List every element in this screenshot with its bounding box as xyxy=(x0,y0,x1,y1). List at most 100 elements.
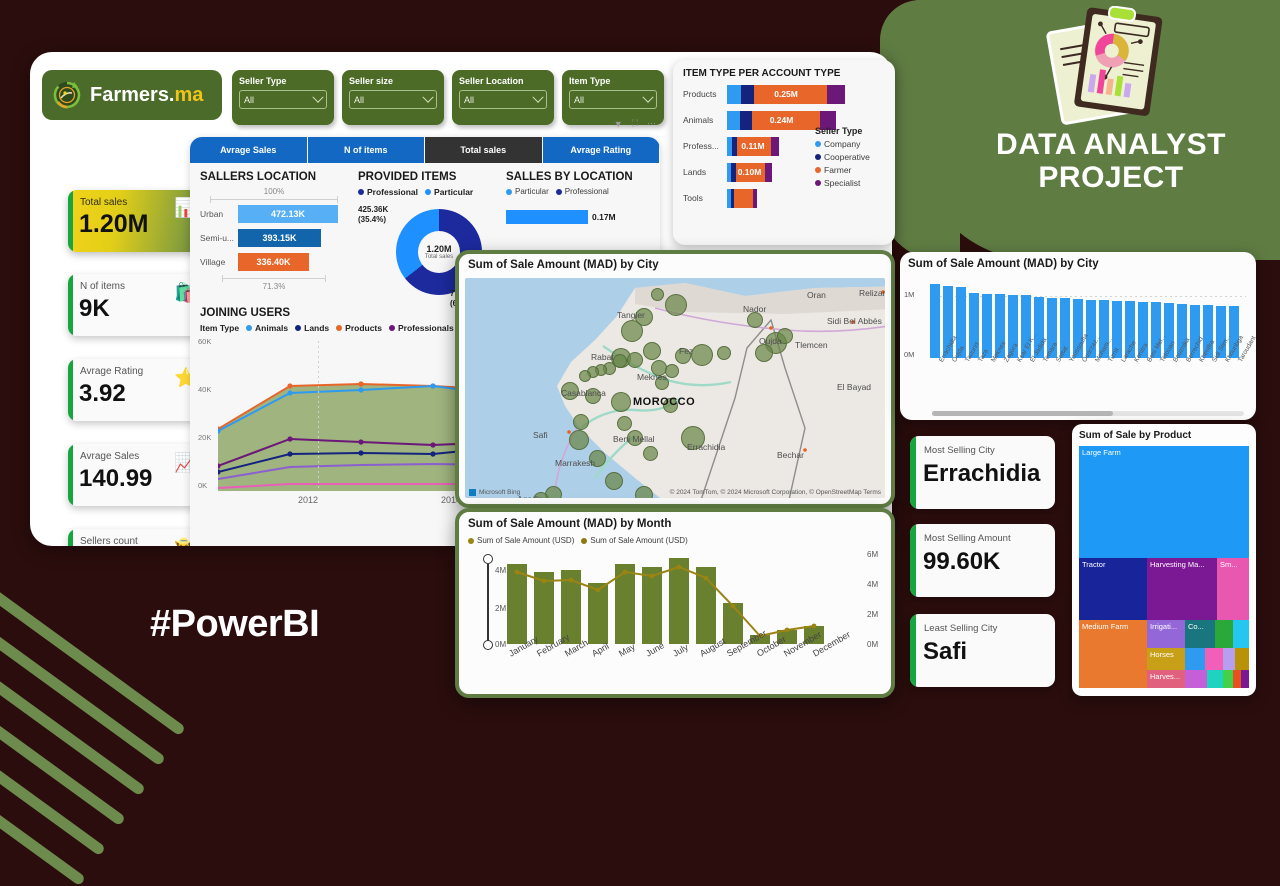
map-city-label: Oujda xyxy=(759,336,782,346)
treemap-node[interactable] xyxy=(1207,670,1223,688)
kpi-caption: Most Selling Amount xyxy=(924,533,1011,544)
legend-item[interactable]: Particular xyxy=(425,187,473,197)
treemap-node[interactable] xyxy=(1223,670,1233,688)
legend-item[interactable]: Professional xyxy=(358,187,418,197)
treemap-label: Sm... xyxy=(1220,560,1238,569)
tab-n-of-items[interactable]: N of items xyxy=(307,137,425,163)
treemap-node[interactable] xyxy=(1185,648,1205,670)
stacked-bar xyxy=(727,188,757,208)
bar-row[interactable]: Village 336.40K xyxy=(200,252,348,272)
legend-item[interactable]: Specialist xyxy=(815,178,889,188)
legend-item[interactable]: Farmer xyxy=(815,165,889,175)
legend-item[interactable]: Animals xyxy=(246,323,288,333)
slicer-seller-size[interactable]: Seller size All xyxy=(342,70,444,125)
slicer-value: All xyxy=(244,94,255,105)
treemap-node[interactable]: Harves... xyxy=(1147,670,1185,688)
legend-swatch xyxy=(555,188,562,195)
scrollbar-thumb[interactable] xyxy=(932,411,1113,416)
slicer-seller-type[interactable]: Seller Type All xyxy=(232,70,334,125)
kpi-card-avrage-rating[interactable]: Avrage Rating 3.92 ⭐ xyxy=(68,359,206,421)
treemap-area[interactable]: Large Farm Tractor Harvesting Ma... Sm..… xyxy=(1079,446,1249,688)
table-row[interactable]: Products 0.25M xyxy=(683,83,885,105)
month-plot[interactable] xyxy=(505,554,835,644)
legend-item[interactable]: Sum of Sale Amount (USD) xyxy=(468,536,574,545)
kpi-card-total-sales[interactable]: Total sales 1.20M 📊 xyxy=(68,190,206,252)
kpi-accent-bar xyxy=(910,524,916,597)
slicer-seller-location[interactable]: Seller Location All xyxy=(452,70,554,125)
horizontal-scrollbar[interactable] xyxy=(932,411,1244,416)
slicer-item-type[interactable]: Item Type All xyxy=(562,70,664,125)
panel-title: Sum of Sale Amount (MAD) by Month xyxy=(468,518,672,530)
treemap-node[interactable]: Harvesting Ma... xyxy=(1147,558,1217,620)
kpi-card-least-selling-city[interactable]: Least Selling City Safi xyxy=(910,614,1055,687)
kpi-caption: Avrage Sales xyxy=(80,451,140,462)
bar-row[interactable]: Semi-u... 393.15K xyxy=(200,228,348,248)
legend-item[interactable]: Professional xyxy=(555,187,609,196)
treemap-node[interactable] xyxy=(1185,670,1207,688)
slicer-dropdown[interactable]: All xyxy=(349,90,437,109)
y-tick: 40K xyxy=(198,385,212,394)
legend-label: Cooperative xyxy=(824,152,870,162)
slicer-dropdown[interactable]: All xyxy=(239,90,327,109)
kpi-value: 9K xyxy=(79,295,110,322)
visual-toolbar: ▼ ⛶ ⋯ xyxy=(614,118,656,129)
legend-label: Particular xyxy=(434,187,474,197)
brand-name-suffix: ma xyxy=(174,83,204,106)
treemap-node[interactable] xyxy=(1241,670,1249,688)
tab-avrage-sales[interactable]: Avrage Sales xyxy=(190,137,308,163)
bubble-map[interactable]: Tangier Nador Oran Relizan Sidi Bel Abbè… xyxy=(465,278,885,498)
filter-icon[interactable]: ▼ xyxy=(614,119,623,129)
kpi-caption: Total sales xyxy=(80,197,128,208)
treemap-node[interactable]: Tractor xyxy=(1079,558,1147,620)
kpi-card-n-of-items[interactable]: N of items 9K 🛍️ xyxy=(68,274,206,336)
legend-item[interactable]: Sum of Sale Amount (USD) xyxy=(581,536,688,545)
bar-category: Village xyxy=(200,257,226,267)
bar-category: Animals xyxy=(683,115,714,125)
treemap-node[interactable]: Sm... xyxy=(1217,558,1249,620)
treemap-node[interactable]: Irrigati... xyxy=(1147,620,1185,648)
treemap-node[interactable] xyxy=(1233,620,1249,648)
bar-value: 336.40K xyxy=(238,253,309,271)
powerbi-hashtag: #PowerBI xyxy=(150,603,320,645)
legend-label: Sum of Sale Amount (USD) xyxy=(477,536,575,545)
bar-row[interactable]: 0.17M xyxy=(506,210,656,224)
treemap-node[interactable]: Large Farm xyxy=(1079,446,1249,558)
kpi-card-most-selling-city[interactable]: Most Selling City Errachidia xyxy=(910,436,1055,509)
tab-avrage-rating[interactable]: Avrage Rating xyxy=(542,137,660,163)
slider-knob-bottom[interactable] xyxy=(483,640,493,650)
treemap-node[interactable] xyxy=(1223,648,1235,670)
legend-item[interactable]: Professionals xyxy=(389,323,454,333)
legend-swatch xyxy=(358,189,364,195)
legend-swatch xyxy=(506,188,512,195)
kpi-card-sellers-count[interactable]: Sellers count 3K 👨‍🌾 xyxy=(68,529,206,546)
tab-total-sales[interactable]: Total sales xyxy=(425,137,543,163)
project-title-line1: DATA ANALYST xyxy=(996,128,1226,161)
focus-mode-icon[interactable]: ⛶ xyxy=(632,118,638,129)
treemap-node[interactable]: Horses xyxy=(1147,648,1185,670)
kpi-card-avrage-sales[interactable]: Avrage Sales 140.99 📈 xyxy=(68,444,206,506)
legend-item[interactable]: Products xyxy=(336,323,382,333)
legend-item[interactable]: Particular xyxy=(506,187,549,196)
slider-knob-top[interactable] xyxy=(483,554,493,564)
bar-row[interactable]: Urban 472.13K xyxy=(200,204,348,224)
legend-item[interactable]: Lands xyxy=(295,323,329,333)
treemap-node[interactable]: Co... xyxy=(1185,620,1215,648)
bar-category: Products xyxy=(683,89,717,99)
slicer-dropdown[interactable]: All xyxy=(569,90,657,109)
kpi-card-most-selling-amount[interactable]: Most Selling Amount 99.60K xyxy=(910,524,1055,597)
treemap-node[interactable] xyxy=(1215,620,1233,648)
map-city-label: Relizan xyxy=(859,288,885,298)
legend-item[interactable]: Company xyxy=(815,139,889,149)
treemap-node[interactable] xyxy=(1235,648,1249,670)
legend-label: Animals xyxy=(255,323,289,333)
city-bar-plot[interactable]: 1M 0M Errachidia Oujda Taourirt Taza Mek… xyxy=(904,278,1256,364)
treemap-node[interactable]: Medium Farm xyxy=(1079,620,1147,688)
axis-range-slider[interactable] xyxy=(483,554,495,650)
map-city-label: Meknes xyxy=(637,372,667,382)
map-city-label: Tangier xyxy=(617,310,645,320)
more-options-icon[interactable]: ⋯ xyxy=(647,118,656,129)
treemap-node[interactable] xyxy=(1233,670,1241,688)
legend-item[interactable]: Cooperative xyxy=(815,152,889,162)
treemap-node[interactable] xyxy=(1205,648,1223,670)
slicer-dropdown[interactable]: All xyxy=(459,90,547,109)
